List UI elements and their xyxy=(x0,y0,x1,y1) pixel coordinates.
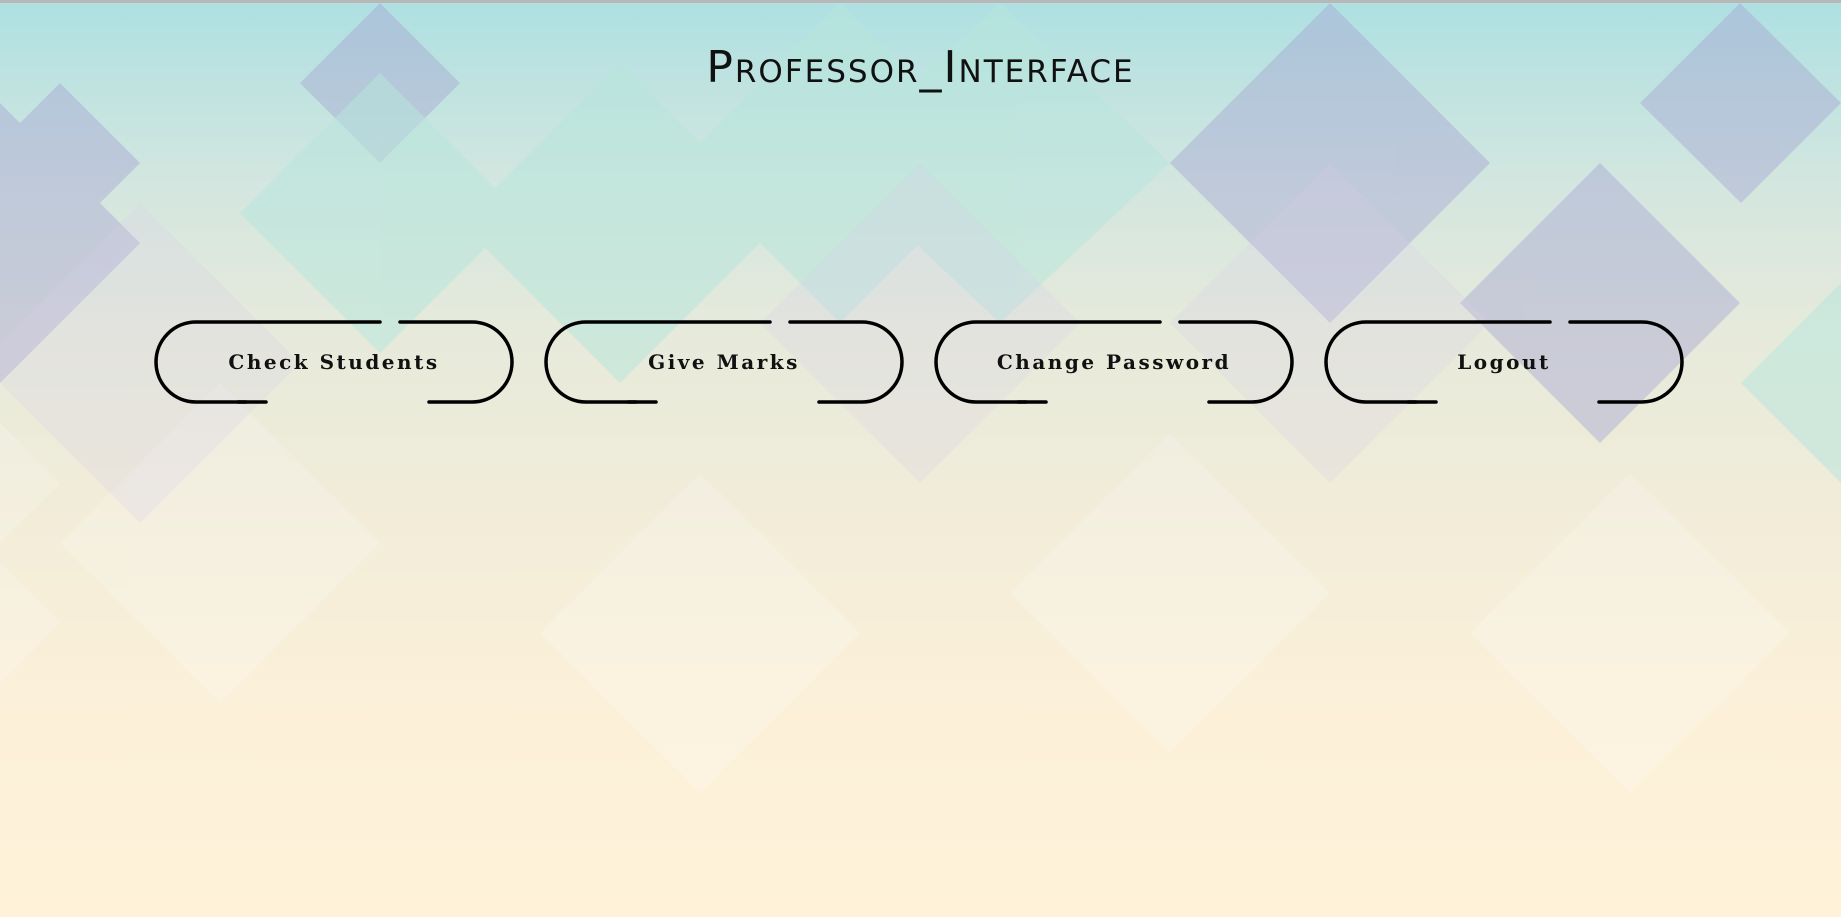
check-students-button[interactable]: Check Students xyxy=(154,320,514,404)
logout-button[interactable]: Logout xyxy=(1324,320,1684,404)
change-password-button[interactable]: Change Password xyxy=(934,320,1294,404)
button-label: Check Students xyxy=(228,350,440,374)
page-title: Professor_Interface xyxy=(706,42,1135,93)
background-diamond-pattern xyxy=(0,3,1841,793)
button-label: Logout xyxy=(1457,350,1551,374)
button-label: Give Marks xyxy=(648,350,800,374)
give-marks-button[interactable]: Give Marks xyxy=(544,320,904,404)
button-label: Change Password xyxy=(996,350,1232,374)
